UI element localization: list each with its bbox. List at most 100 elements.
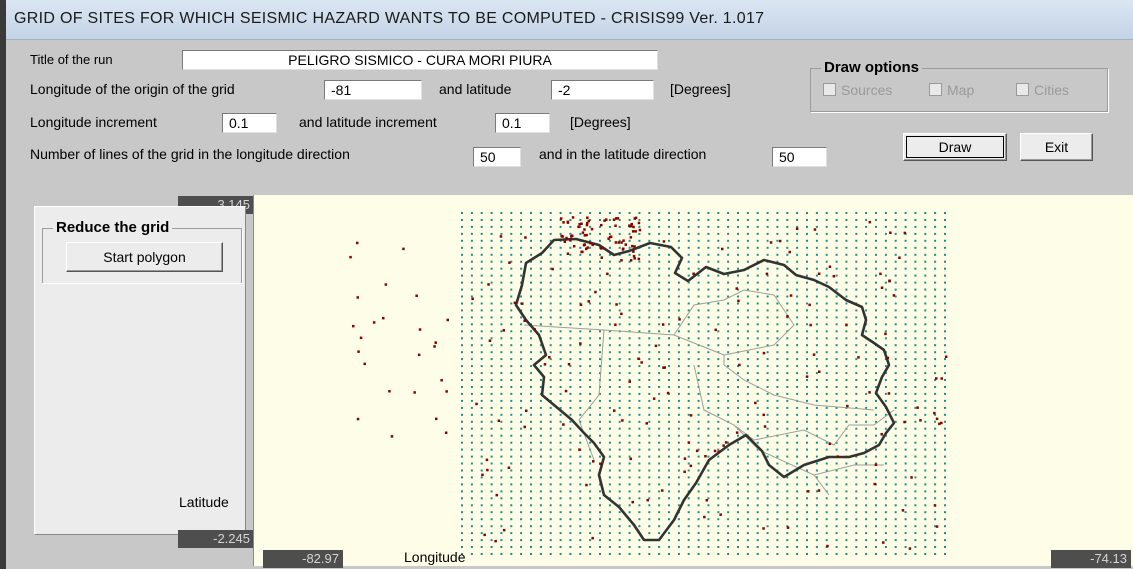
grid-site-point: [510, 518, 513, 521]
latitude-lines-field[interactable]: [772, 147, 827, 167]
epicenter-point: [613, 409, 616, 412]
grid-site-point: [638, 504, 641, 507]
grid-site-point: [470, 462, 473, 465]
grid-site-point: [628, 539, 631, 542]
start-polygon-button[interactable]: Start polygon: [66, 242, 223, 272]
grid-site-point: [628, 246, 631, 249]
grid-site-point: [658, 274, 661, 277]
grid-site-point: [608, 309, 611, 312]
grid-site-point: [934, 246, 937, 249]
grid-site-point: [461, 330, 463, 333]
grid-site-point: [766, 392, 769, 395]
grid-site-point: [806, 406, 808, 409]
grid-site-point: [944, 239, 946, 242]
grid-site-point: [569, 546, 572, 548]
origin-longitude-field[interactable]: [324, 80, 422, 100]
grid-site-point: [520, 219, 523, 221]
grid-site-point: [520, 399, 523, 402]
grid-site-point: [677, 434, 680, 437]
grid-site-point: [914, 316, 917, 319]
epicenter-point: [592, 460, 595, 463]
epicenter-point: [570, 235, 573, 238]
grid-site-point: [461, 497, 463, 500]
grid-site-point: [756, 497, 759, 500]
grid-site-point: [470, 288, 473, 291]
epicenter-point: [721, 247, 724, 251]
grid-site-point: [539, 295, 542, 298]
grid-site-point: [825, 518, 828, 521]
grid-site-point: [589, 441, 592, 444]
grid-site-point: [539, 246, 542, 249]
exit-button[interactable]: Exit: [1020, 133, 1093, 161]
grid-site-point: [470, 497, 473, 500]
epicenter-point: [357, 350, 360, 353]
draw-button[interactable]: Draw: [903, 133, 1007, 161]
grid-site-point: [815, 372, 818, 375]
grid-site-point: [835, 490, 838, 493]
grid-site-point: [559, 288, 562, 291]
grid-site-point: [687, 427, 690, 430]
grid-site-point: [470, 532, 473, 535]
grid-site-point: [884, 476, 887, 479]
epicenter-point: [502, 528, 506, 532]
grid-site-point: [559, 504, 562, 507]
grid-site-point: [806, 379, 808, 381]
epicenter-point: [571, 216, 575, 219]
sources-checkbox[interactable]: Sources: [823, 82, 892, 98]
cities-checkbox[interactable]: Cities: [1016, 82, 1069, 98]
grid-site-point: [845, 504, 848, 507]
grid-site-point: [539, 316, 542, 319]
grid-site-point: [756, 553, 759, 555]
grid-site-point: [677, 379, 680, 381]
grid-site-point: [480, 413, 483, 416]
grid-site-point: [904, 504, 907, 507]
grid-site-point: [776, 497, 779, 500]
grid-site-point: [727, 490, 730, 493]
grid-site-point: [687, 532, 690, 535]
grid-site-point: [599, 518, 601, 521]
grid-site-point: [549, 546, 552, 548]
grid-site-point: [875, 532, 877, 535]
grid-site-point: [855, 469, 858, 472]
grid-site-point: [480, 399, 483, 402]
longitude-lines-field[interactable]: [473, 147, 521, 167]
epicenter-point: [631, 244, 634, 248]
grid-site-point: [776, 483, 779, 486]
grid-site-point: [677, 288, 680, 291]
map-checkbox[interactable]: Map: [929, 82, 974, 98]
grid-site-point: [934, 281, 937, 284]
grid-site-point: [480, 532, 483, 535]
grid-site-point: [697, 337, 700, 340]
grid-site-point: [914, 476, 917, 479]
grid-site-point: [628, 386, 631, 388]
grid-site-point: [904, 372, 907, 375]
origin-latitude-field[interactable]: [551, 80, 654, 100]
longitude-increment-field[interactable]: [222, 113, 277, 133]
grid-site-point: [510, 337, 513, 340]
grid-site-point: [944, 309, 946, 312]
grid-site-point: [599, 358, 601, 361]
epicenter-point: [661, 489, 664, 492]
grid-site-point: [599, 323, 601, 326]
grid-site-point: [648, 246, 651, 249]
grid-site-point: [786, 274, 789, 277]
run-title-field[interactable]: [182, 50, 658, 70]
latitude-increment-field[interactable]: [495, 113, 550, 133]
grid-site-point: [746, 309, 749, 312]
grid-site-point: [648, 406, 651, 409]
grid-site-point: [539, 553, 542, 555]
epicenter-point: [765, 272, 769, 276]
grid-site-point: [855, 546, 858, 548]
grid-site-point: [746, 281, 749, 284]
grid-site-point: [559, 267, 562, 270]
grid-site-point: [480, 253, 483, 256]
grid-plot-area[interactable]: [253, 195, 1133, 566]
grid-site-point: [628, 448, 631, 451]
grid-site-point: [717, 504, 720, 507]
grid-site-point: [500, 490, 503, 493]
grid-site-point: [855, 539, 858, 542]
grid-site-point: [855, 392, 858, 395]
grid-site-point: [884, 225, 887, 228]
grid-site-point: [806, 497, 808, 500]
grid-site-point: [608, 511, 611, 514]
